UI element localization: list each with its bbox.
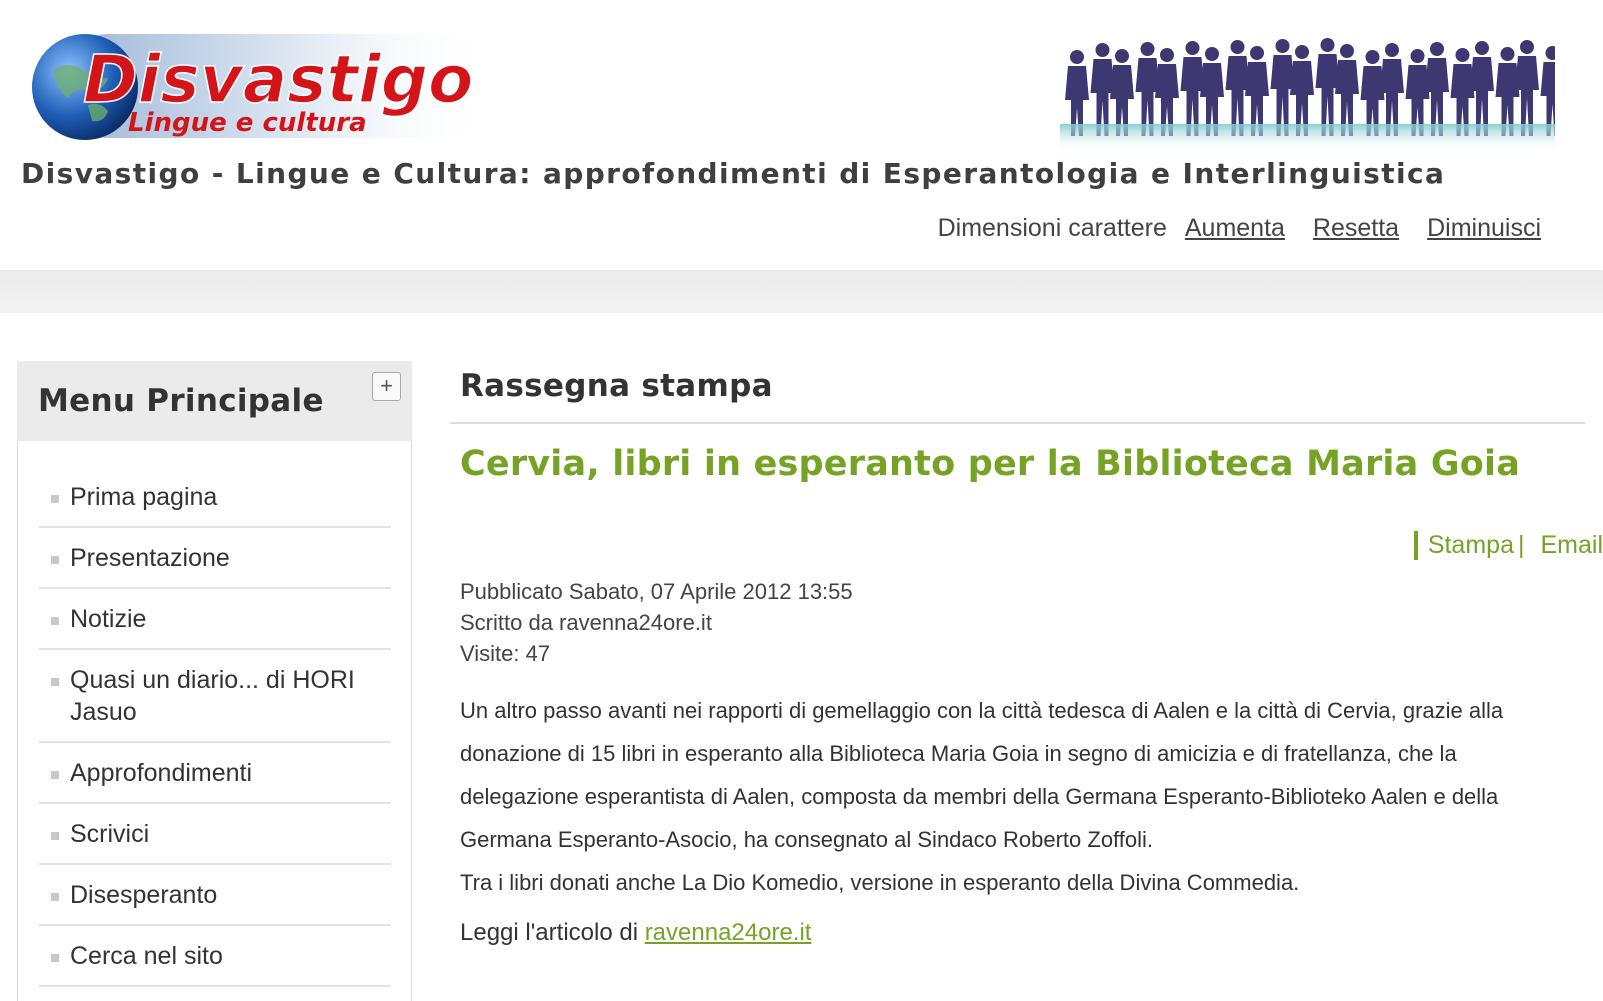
- bullet-icon: [51, 954, 59, 962]
- menu-item-label: Cerca nel sito: [70, 942, 223, 970]
- section-title: Rassegna stampa: [460, 368, 773, 404]
- bullet-icon: [51, 893, 59, 901]
- menu-item-label: Notizie: [70, 605, 147, 633]
- people-silhouettes-image: [1060, 38, 1555, 152]
- bullet-icon: [51, 832, 59, 840]
- section-divider: [450, 422, 1585, 424]
- increase-font-link[interactable]: Aumenta: [1185, 214, 1285, 243]
- read-more-prefix: Leggi l'articolo di: [460, 919, 645, 946]
- menu-item-label: Approfondimenti: [70, 759, 253, 787]
- menu-item-label: Disesperanto: [70, 881, 218, 909]
- bullet-icon: [51, 617, 59, 625]
- visit-count: Visite: 47: [460, 641, 551, 666]
- menu-item-notizie[interactable]: Notizie: [39, 589, 391, 650]
- logo-brand-text: Disvastigo: [83, 41, 473, 118]
- font-size-label: Dimensioni carattere: [937, 214, 1167, 242]
- site-logo[interactable]: Disvastigo Lingue e cultura: [28, 30, 496, 145]
- menu-item-quasi-un-diario[interactable]: Quasi un diario... di HORI Jasuo: [39, 650, 391, 743]
- menu-item-label: Prima pagina: [70, 483, 218, 511]
- menu-item-label: Scrivici: [70, 820, 150, 848]
- font-size-controls: Dimensioni carattere Aumenta Resetta Dim…: [938, 214, 1541, 243]
- article-body: Un altro passo avanti nei rapporti di ge…: [460, 689, 1570, 904]
- main-menu-module: Menu Principale + Prima pagina Presentaz…: [17, 361, 412, 1001]
- menu-item-presentazione[interactable]: Presentazione: [39, 528, 391, 589]
- main-menu-title: Menu Principale: [38, 383, 324, 419]
- logo-subtitle-text: Lingue e cultura: [128, 108, 367, 138]
- menu-item-disesperanto[interactable]: Disesperanto: [39, 865, 391, 926]
- reset-font-link[interactable]: Resetta: [1313, 214, 1399, 243]
- article-meta: Pubblicato Sabato, 07 Aprile 2012 13:55 …: [460, 576, 853, 669]
- main-menu-header: Menu Principale +: [17, 361, 412, 443]
- site-tagline: Disvastigo - Lingue e Cultura: approfond…: [21, 157, 1446, 190]
- source-link[interactable]: ravenna24ore.it: [645, 919, 812, 946]
- main-content: Rassegna stampa Cervia, libri in esperan…: [450, 368, 1603, 946]
- article-title[interactable]: Cervia, libri in esperanto per la Biblio…: [460, 444, 1520, 484]
- article-paragraph: Tra i libri donati anche La Dio Komedio,…: [460, 870, 1300, 895]
- menu-item-label: Presentazione: [70, 544, 230, 572]
- main-menu-list: Prima pagina Presentazione Notizie Quasi…: [39, 467, 391, 987]
- menu-item-cerca-nel-sito[interactable]: Cerca nel sito: [39, 926, 391, 987]
- bullet-icon: [51, 771, 59, 779]
- bullet-icon: [51, 678, 59, 686]
- actions-pipe: |: [1517, 531, 1525, 559]
- menu-item-prima-pagina[interactable]: Prima pagina: [39, 467, 391, 528]
- menu-item-scrivici[interactable]: Scrivici: [39, 804, 391, 865]
- decrease-font-link[interactable]: Diminuisci: [1427, 214, 1541, 243]
- article-author: Scritto da ravenna24ore.it: [460, 610, 712, 635]
- bullet-icon: [51, 556, 59, 564]
- print-link[interactable]: Stampa: [1428, 531, 1514, 560]
- article-actions: Stampa | Email: [1413, 531, 1603, 560]
- menu-item-label: Quasi un diario... di HORI Jasuo: [70, 666, 355, 726]
- email-link[interactable]: Email: [1540, 531, 1603, 560]
- expand-toggle-button[interactable]: +: [372, 372, 401, 401]
- main-menu-body: Prima pagina Presentazione Notizie Quasi…: [17, 441, 412, 1001]
- menu-item-approfondimenti[interactable]: Approfondimenti: [39, 743, 391, 804]
- bullet-icon: [51, 495, 59, 503]
- actions-separator: [1413, 531, 1418, 560]
- navigation-bar: [0, 270, 1603, 313]
- article-paragraph: Un altro passo avanti nei rapporti di ge…: [460, 698, 1504, 852]
- published-date: Pubblicato Sabato, 07 Aprile 2012 13:55: [460, 579, 853, 604]
- read-more: Leggi l'articolo di ravenna24ore.it: [460, 919, 811, 947]
